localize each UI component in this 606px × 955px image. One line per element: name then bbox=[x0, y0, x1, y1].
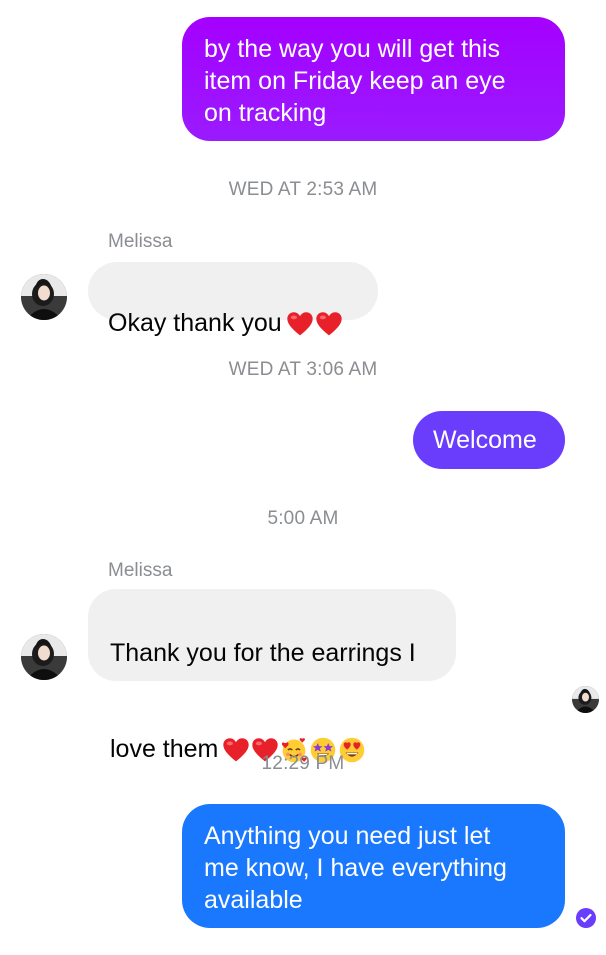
timestamp-divider: WED AT 3:06 AM bbox=[228, 359, 378, 380]
avatar[interactable] bbox=[21, 634, 67, 680]
incoming-message-bubble[interactable]: Thank you for the earrings I love them bbox=[88, 589, 456, 681]
sender-name: Melissa bbox=[108, 231, 173, 252]
emoji-group bbox=[286, 310, 343, 338]
outgoing-message-bubble[interactable]: by the way you will get this item on Fri… bbox=[182, 17, 565, 141]
message-text: Okay thank you bbox=[108, 309, 282, 337]
outgoing-message-bubble[interactable]: Anything you need just let me know, I ha… bbox=[182, 804, 565, 928]
incoming-message-bubble[interactable]: Okay thank you bbox=[88, 262, 378, 337]
message-text-line: Thank you for the earrings I bbox=[110, 639, 416, 667]
timestamp-divider: 5:00 AM bbox=[267, 508, 339, 529]
timestamp-divider: 12:29 PM bbox=[261, 753, 345, 774]
timestamp-divider: WED AT 2:53 AM bbox=[228, 179, 378, 200]
red-heart-icon bbox=[315, 310, 343, 338]
seen-receipt-avatar bbox=[572, 686, 599, 713]
red-heart-icon bbox=[286, 310, 314, 338]
outgoing-message-bubble[interactable]: Welcome bbox=[413, 411, 565, 469]
delivered-check-icon bbox=[576, 908, 596, 928]
avatar[interactable] bbox=[21, 274, 67, 320]
sender-name: Melissa bbox=[108, 560, 173, 581]
